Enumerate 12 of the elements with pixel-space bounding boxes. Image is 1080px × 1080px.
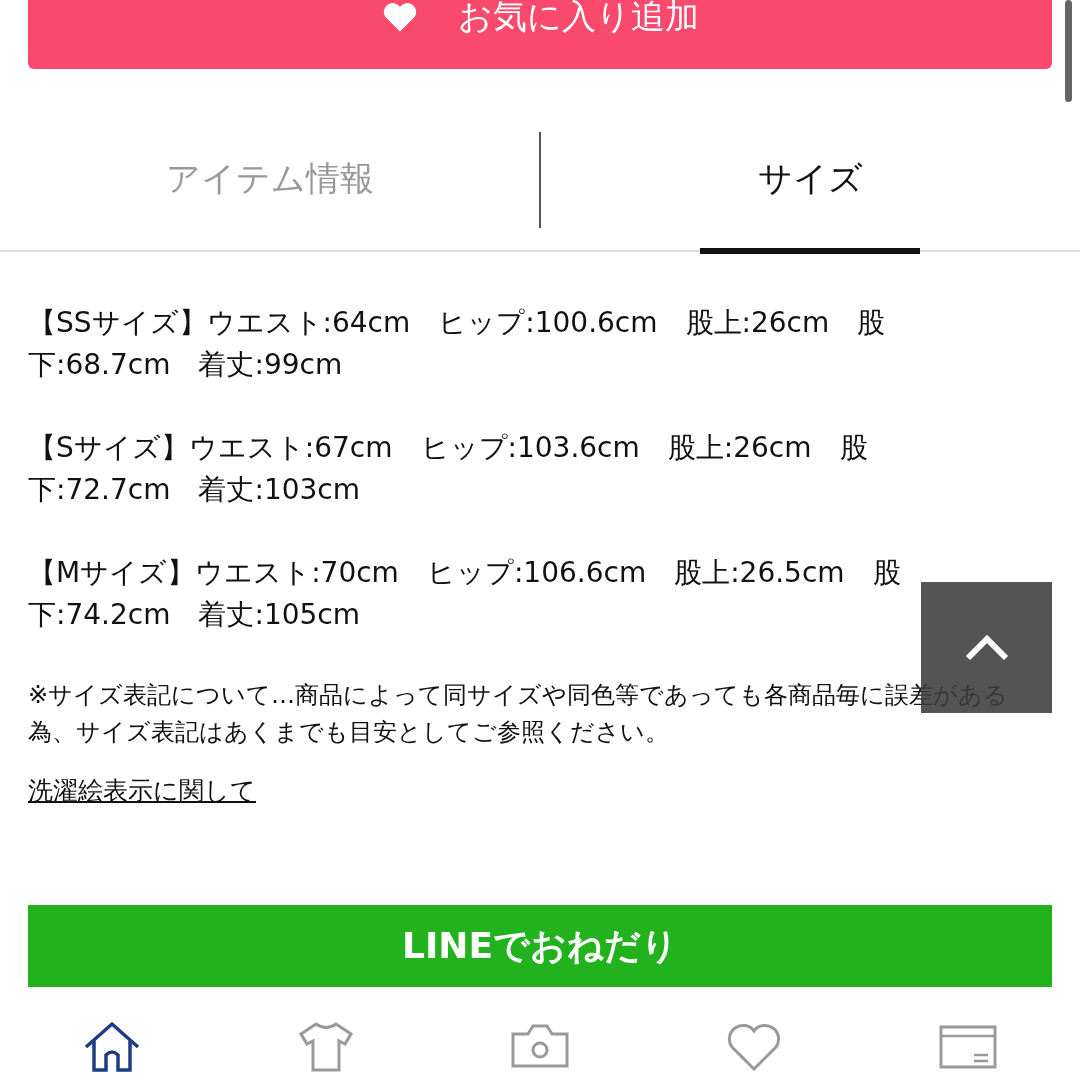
size-text: 【Mサイズ】ウエスト:70cm ヒップ:106.6cm 股上:26.5cm 股下:74.2cm 着丈:105cm [28,555,902,633]
heart-icon [381,0,418,33]
tab[interactable]: サイズ [700,130,920,254]
line-button[interactable]: LINEでおねだり [28,905,1052,987]
tshirt-icon [296,1021,356,1073]
care-link[interactable]: 洗濯絵表示に関して [28,774,256,807]
tab[interactable]: アイテム情報 [0,130,539,254]
size-text: 【SSサイズ】ウエスト:64cm ヒップ:100.6cm 股上:26cm 股下:68.7cm 着丈:99cm [28,305,887,383]
chevron-up-icon [964,634,1009,661]
house-icon [82,1021,142,1073]
scrollbar[interactable] [1065,0,1072,102]
size-text: 【Sサイズ】ウエスト:67cm ヒップ:103.6cm 股上:26cm 股下:72.7cm 着丈:103cm [28,430,869,508]
